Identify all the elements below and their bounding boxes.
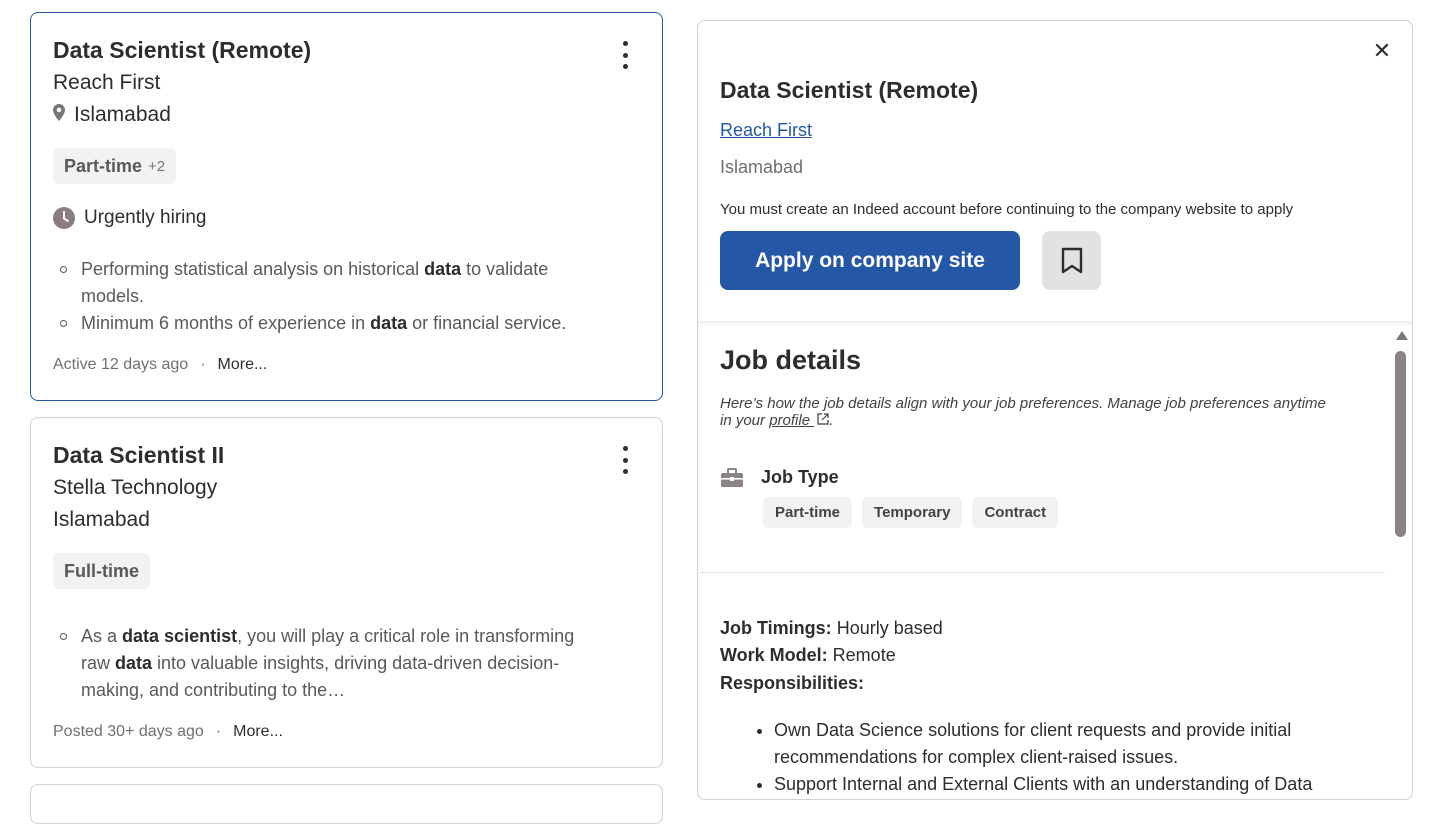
job-card-meta: Posted 30+ days ago · More... — [53, 723, 283, 741]
meta-separator: · — [200, 356, 206, 373]
job-type-tag: Part-time +2 — [53, 148, 177, 184]
job-card-location: Islamabad — [53, 508, 150, 531]
responsibility-item: Support Internal and External Clients wi… — [774, 771, 1374, 798]
apply-button[interactable]: Apply on company site — [720, 231, 1020, 290]
snippet-text: Minimum 6 months of experience in — [81, 313, 371, 333]
tag-label: Full-time — [64, 560, 139, 581]
job-card-location-row: Islamabad — [53, 103, 171, 127]
job-type-tag: Contract — [972, 497, 1059, 528]
job-type-tags: Part-time Temporary Contract — [763, 497, 1059, 528]
snippet-item: Minimum 6 months of experience in data o… — [53, 310, 643, 337]
kebab-menu-icon[interactable] — [620, 446, 630, 474]
account-notice: You must create an Indeed account before… — [720, 201, 1294, 218]
snippet-highlight: data — [424, 259, 462, 279]
location-pin-icon — [53, 103, 65, 121]
more-link[interactable]: More... — [218, 356, 268, 374]
kebab-menu-icon[interactable] — [620, 41, 630, 69]
job-card-location: Islamabad — [74, 103, 171, 126]
profile-link-label: profile — [769, 412, 811, 429]
posted-date: Posted 30+ days ago — [53, 723, 204, 740]
profile-link[interactable]: profile — [769, 412, 829, 429]
scroll-up-arrow-icon[interactable] — [1396, 331, 1408, 340]
scrollbar[interactable] — [1394, 327, 1408, 799]
job-card-company: Reach First — [53, 71, 161, 94]
bookmark-icon — [1061, 247, 1082, 273]
snippet-text: raw — [81, 653, 116, 673]
job-type-tag: Full-time — [53, 553, 150, 589]
briefcase-icon — [721, 467, 743, 487]
preferences-note: Here’s how the job details align with yo… — [720, 395, 1326, 429]
job-card[interactable]: Data Scientist (Remote) Reach First Isla… — [30, 12, 663, 401]
job-details-scroll-area[interactable]: Job details Here’s how the job details a… — [698, 327, 1388, 799]
tag-label: Part-time — [64, 155, 143, 176]
job-type-row: Job Type — [720, 467, 839, 488]
tag-more-count: +2 — [148, 157, 166, 175]
detail-location: Islamabad — [720, 157, 804, 177]
work-model-value: Remote — [827, 645, 896, 665]
scrollbar-thumb[interactable] — [1395, 351, 1406, 537]
snippet-highlight: data scientist — [122, 626, 238, 646]
section-divider — [700, 572, 1385, 573]
detail-title: Data Scientist (Remote) — [720, 77, 979, 103]
work-model: Work Model: Remote — [720, 645, 896, 666]
job-card-meta: Active 12 days ago · More... — [53, 356, 267, 374]
snippet-text: Performing statistical analysis on histo… — [81, 259, 425, 279]
job-card[interactable]: Data Scientist II Stella Technology Isla… — [30, 417, 663, 768]
snippet-text: models. — [81, 286, 145, 306]
job-timings: Job Timings: Hourly based — [720, 618, 943, 639]
save-job-button[interactable] — [1042, 231, 1101, 290]
snippet-highlight: data — [115, 653, 153, 673]
job-type-label: Job Type — [761, 467, 839, 487]
job-card-title[interactable]: Data Scientist (Remote) — [53, 37, 311, 64]
more-link[interactable]: More... — [233, 723, 283, 741]
snippet-text: to validate — [461, 259, 549, 279]
job-type-tag: Temporary — [862, 497, 963, 528]
snippet-text: , you will play a critical role in trans… — [237, 626, 575, 646]
snippet-item: Performing statistical analysis on histo… — [53, 256, 643, 310]
work-model-label: Work Model: — [720, 645, 828, 665]
job-timings-label: Job Timings: — [720, 618, 832, 638]
close-icon[interactable]: ✕ — [1370, 39, 1394, 63]
clock-icon — [53, 207, 75, 229]
job-timings-value: Hourly based — [831, 618, 943, 638]
meta-separator: · — [215, 723, 222, 740]
job-snippet: As a data scientist, you will play a cri… — [53, 623, 643, 704]
snippet-highlight: data — [370, 313, 408, 333]
external-link-icon — [817, 413, 829, 425]
job-card-company: Stella Technology — [53, 476, 218, 499]
detail-company-link[interactable]: Reach First — [720, 120, 812, 141]
urgently-hiring-row: Urgently hiring — [53, 207, 207, 229]
snippet-text: making, and contributing to the… — [81, 680, 346, 700]
posted-date: Active 12 days ago — [53, 356, 189, 373]
job-detail-pane: ✕ Data Scientist (Remote) Reach First Is… — [697, 20, 1413, 800]
job-details-heading: Job details — [720, 345, 862, 375]
snippet-item: As a data scientist, you will play a cri… — [53, 623, 643, 704]
responsibility-item: Own Data Science solutions for client re… — [774, 717, 1374, 771]
job-card-title[interactable]: Data Scientist II — [53, 442, 224, 469]
snippet-text: As a — [81, 626, 123, 646]
snippet-text: or financial service. — [407, 313, 567, 333]
job-snippet: Performing statistical analysis on histo… — [53, 256, 643, 337]
responsibilities-heading: Responsibilities: — [720, 673, 865, 693]
snippet-text: into valuable insights, driving data-dri… — [152, 653, 560, 673]
job-card[interactable] — [30, 784, 663, 824]
urgent-label: Urgently hiring — [84, 207, 207, 228]
job-type-tag: Part-time — [763, 497, 853, 528]
